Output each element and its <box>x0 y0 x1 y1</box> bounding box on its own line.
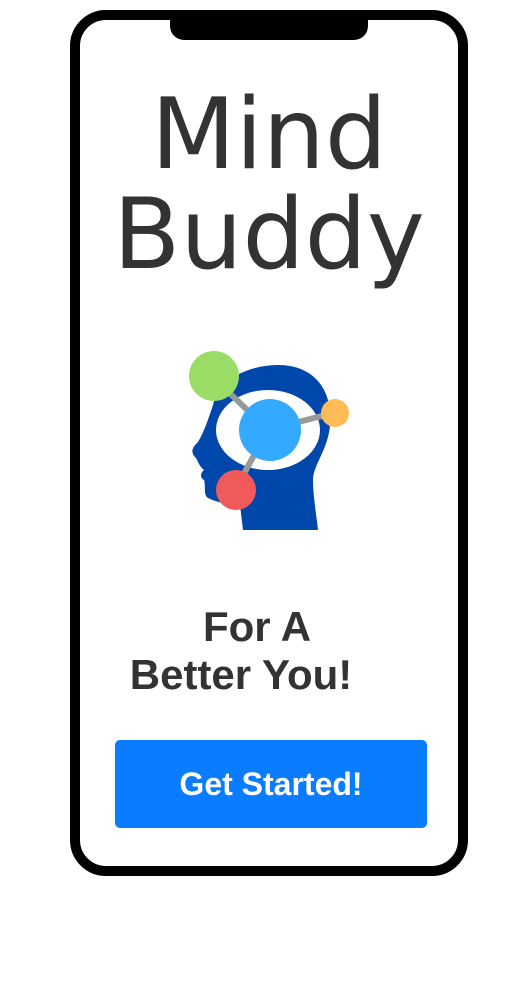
phone-notch <box>170 10 368 40</box>
bottom-node <box>216 470 256 510</box>
center-node <box>239 399 301 461</box>
get-started-button[interactable]: Get Started! <box>115 740 427 828</box>
right-node <box>321 399 349 427</box>
app-title-line-2: Buddy <box>113 178 425 292</box>
tagline-line-1: For A <box>202 603 312 650</box>
brain-network-head-icon <box>189 351 349 530</box>
tagline-line-2: Better You! <box>129 651 353 698</box>
app-title-line-1: Mind <box>150 78 388 192</box>
top-node <box>189 351 239 401</box>
phone-frame: Mind Buddy For A Better You! Get Started… <box>70 10 468 876</box>
